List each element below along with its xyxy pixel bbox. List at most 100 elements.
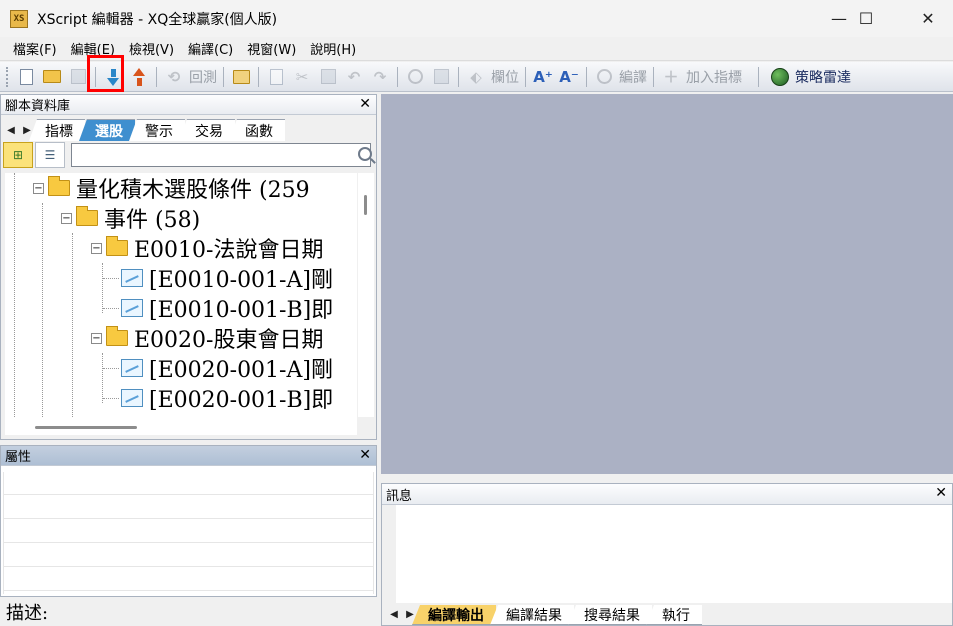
- paste-button[interactable]: [317, 66, 339, 88]
- tab-trading[interactable]: 交易: [179, 119, 235, 141]
- close-button[interactable]: ✕: [905, 0, 951, 36]
- menu-bar: 檔案(F) 編輯(E) 檢視(V) 編譯(C) 視窗(W) 說明(H): [0, 37, 953, 61]
- replace-button[interactable]: [430, 66, 452, 88]
- tab-scroll-left-icon[interactable]: ◀: [386, 603, 402, 625]
- properties-header: 屬性 ✕: [1, 446, 376, 466]
- toolbar-separator: [458, 66, 459, 87]
- folder-icon: [106, 326, 128, 346]
- add-indicator-button[interactable]: 加入指標: [686, 67, 742, 87]
- undo-icon: ↶: [347, 67, 361, 86]
- backtest-button[interactable]: 回測: [189, 67, 217, 87]
- tree-folder-row[interactable]: − 事件 (58): [61, 203, 200, 233]
- list-view-button[interactable]: ☰: [35, 142, 65, 168]
- tree-folder-row[interactable]: − E0010-法說會日期: [91, 233, 323, 263]
- find-button[interactable]: [404, 66, 426, 88]
- menu-window[interactable]: 視窗(W): [240, 39, 303, 58]
- tab-search-results[interactable]: 搜尋結果: [568, 605, 652, 625]
- close-icon[interactable]: ✕: [935, 485, 947, 501]
- window-title: XScript 編輯器 - XQ全球贏家(個人版): [37, 11, 278, 28]
- editor-area[interactable]: [381, 94, 953, 474]
- toolbar-separator: [758, 66, 759, 87]
- xscript-editor-window: XS XScript 編輯器 - XQ全球贏家(個人版) — ☐ ✕ 檔案(F)…: [0, 0, 953, 626]
- strategy-radar-icon-button[interactable]: [769, 66, 791, 88]
- menu-view[interactable]: 檢視(V): [122, 39, 181, 58]
- tab-functions[interactable]: 函數: [229, 119, 285, 141]
- collapse-icon[interactable]: −: [33, 182, 44, 194]
- menu-compile[interactable]: 編譯(C): [181, 39, 240, 58]
- font-decrease-icon: A⁻: [559, 67, 579, 86]
- add-indicator-icon-button[interactable]: ＋: [660, 66, 682, 88]
- toolbar: ⟲ 回測 ✂ ↶ ↷ ⬖ 欄位 A⁺ A⁻ 編譯 ＋ 加入指標 策略雷達: [0, 62, 953, 92]
- paste-icon: [320, 69, 336, 84]
- toolbar-grip[interactable]: [6, 66, 10, 87]
- target-icon: [596, 69, 612, 84]
- collapse-icon[interactable]: −: [91, 332, 102, 344]
- messages-title: 訊息: [386, 488, 413, 504]
- tab-scroll-left-icon[interactable]: ◀: [3, 119, 19, 141]
- field-icon-button[interactable]: ⬖: [465, 66, 487, 88]
- properties-panel: 屬性 ✕: [0, 445, 377, 597]
- collapse-icon[interactable]: −: [61, 212, 72, 224]
- tree-script-row[interactable]: [E0020-001-A]剛: [121, 353, 333, 383]
- property-grid[interactable]: [3, 472, 374, 594]
- new-script-button[interactable]: [15, 66, 37, 88]
- script-library-title: 腳本資料庫: [5, 99, 71, 114]
- copy-button[interactable]: [265, 66, 287, 88]
- scrollbar-thumb[interactable]: [35, 426, 137, 429]
- open-envelope-button[interactable]: [230, 66, 252, 88]
- tag-icon: ⬖: [470, 67, 482, 86]
- tree-item-label: 量化積木選股條件 (259: [76, 178, 310, 203]
- toolbar-separator: [156, 66, 157, 87]
- tree-item-label: 事件 (58): [104, 208, 201, 233]
- tree-item-label: [E0020-001-A]剛: [149, 358, 333, 383]
- library-search-input[interactable]: [71, 143, 371, 167]
- cut-button[interactable]: ✂: [291, 66, 313, 88]
- folder-icon: [48, 176, 70, 196]
- close-icon[interactable]: ✕: [359, 96, 371, 112]
- tab-run[interactable]: 執行: [646, 605, 702, 625]
- tab-indicators[interactable]: 指標: [29, 119, 85, 141]
- scissors-icon: ✂: [295, 67, 309, 86]
- compile-icon-button[interactable]: [593, 66, 615, 88]
- compile-button[interactable]: 編譯: [619, 67, 647, 87]
- backtest-icon-button[interactable]: ⟲: [163, 66, 185, 88]
- menu-file[interactable]: 檔案(F): [6, 39, 64, 58]
- upload-arrow-icon: [133, 67, 145, 76]
- script-library-header: 腳本資料庫 ✕: [1, 95, 376, 115]
- font-increase-button[interactable]: A⁺: [532, 66, 554, 88]
- undo-button[interactable]: ↶: [343, 66, 365, 88]
- save-button[interactable]: [67, 66, 89, 88]
- tree-view-button[interactable]: ⊞: [3, 142, 33, 168]
- tree-script-row[interactable]: [E0010-001-B]即: [121, 293, 333, 323]
- tab-compile-output[interactable]: 編譯輸出: [412, 605, 496, 625]
- tree-item-label: [E0010-001-B]即: [149, 298, 334, 323]
- tab-compile-results[interactable]: 編譯結果: [490, 605, 574, 625]
- open-button[interactable]: [41, 66, 63, 88]
- menu-help[interactable]: 說明(H): [303, 39, 363, 58]
- copy-icon: [269, 68, 283, 85]
- library-tabs: ◀ ▶ 指標 選股 警示 交易 函數: [1, 115, 376, 141]
- tree-vertical-scrollbar[interactable]: [358, 173, 374, 417]
- tab-alerts[interactable]: 警示: [129, 119, 185, 141]
- scrollbar-thumb[interactable]: [364, 195, 367, 215]
- collapse-icon[interactable]: −: [91, 242, 102, 254]
- redo-icon: ↷: [373, 67, 387, 86]
- tree-horizontal-scrollbar[interactable]: [5, 417, 357, 435]
- tree-script-row[interactable]: [E0020-001-B]即: [121, 383, 333, 413]
- maximize-button[interactable]: ☐: [843, 0, 889, 36]
- tree-script-row[interactable]: [E0010-001-A]剛: [121, 263, 333, 293]
- tree-folder-row[interactable]: − E0020-股東會日期: [91, 323, 323, 353]
- tree-folder-row[interactable]: − 量化積木選股條件 (259: [33, 173, 310, 203]
- close-icon[interactable]: ✕: [359, 447, 371, 463]
- replace-icon: [433, 69, 449, 84]
- tab-stock-selection[interactable]: 選股: [79, 119, 135, 141]
- strategy-radar-button[interactable]: 策略雷達: [795, 67, 851, 87]
- highlight-box: [87, 55, 124, 92]
- redo-button[interactable]: ↷: [369, 66, 391, 88]
- script-icon: [121, 389, 143, 407]
- font-decrease-button[interactable]: A⁻: [558, 66, 580, 88]
- field-button[interactable]: 欄位: [491, 67, 519, 87]
- search-icon[interactable]: [358, 147, 372, 161]
- upload-button[interactable]: [128, 66, 150, 88]
- messages-tabs: ◀ ▶ 編譯輸出 編譯結果 搜尋結果 執行: [382, 603, 952, 625]
